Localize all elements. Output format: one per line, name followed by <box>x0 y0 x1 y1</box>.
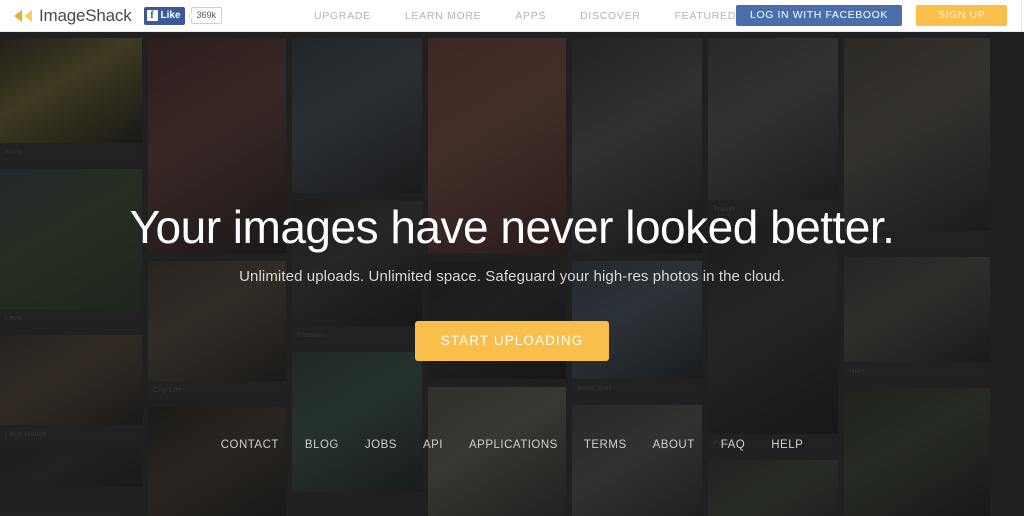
brand-name: ImageShack <box>39 5 132 25</box>
footer-link-jobs[interactable]: JOBS <box>365 439 397 451</box>
primary-nav: UPGRADE LEARN MORE APPS DISCOVER FEATURED <box>314 10 736 22</box>
footer-link-blog[interactable]: BLOG <box>305 439 339 451</box>
top-navbar: ImageShack f Like 369k UPGRADE LEARN MORE… <box>0 0 1024 32</box>
facebook-login-button[interactable]: LOG IN WITH FACEBOOK <box>736 5 903 26</box>
start-uploading-button[interactable]: START UPLOADING <box>415 321 609 361</box>
footer-link-help[interactable]: HELP <box>771 439 803 451</box>
footer-link-contact[interactable]: CONTACT <box>221 439 279 451</box>
facebook-f-icon: f <box>146 10 158 21</box>
brand-logo[interactable]: ImageShack <box>12 6 132 26</box>
facebook-like-count: 369k <box>187 7 223 24</box>
nav-link-discover[interactable]: DISCOVER <box>580 10 640 22</box>
footer-link-terms[interactable]: TERMS <box>584 439 627 451</box>
nav-link-upgrade[interactable]: UPGRADE <box>314 10 371 22</box>
footer-link-faq[interactable]: FAQ <box>721 439 746 451</box>
navbar-actions: LOG IN WITH FACEBOOK SIGN UP LOG IN <box>736 0 1024 32</box>
facebook-like-label: Like <box>160 10 181 21</box>
double-chevron-left-icon <box>12 8 34 24</box>
nav-link-featured[interactable]: FEATURED <box>675 10 736 22</box>
footer-link-about[interactable]: ABOUT <box>653 439 695 451</box>
nav-link-learn-more[interactable]: LEARN MORE <box>405 10 481 22</box>
nav-link-apps[interactable]: APPS <box>515 10 546 22</box>
signup-button[interactable]: SIGN UP <box>916 5 1008 26</box>
facebook-like-button[interactable]: f Like <box>143 6 185 25</box>
facebook-like-widget[interactable]: f Like 369k <box>143 6 223 25</box>
footer-links: CONTACT BLOG JOBS API APPLICATIONS TERMS ABOUT… <box>221 439 804 451</box>
footer-link-applications[interactable]: APPLICATIONS <box>469 439 558 451</box>
footer-link-api[interactable]: API <box>423 439 443 451</box>
